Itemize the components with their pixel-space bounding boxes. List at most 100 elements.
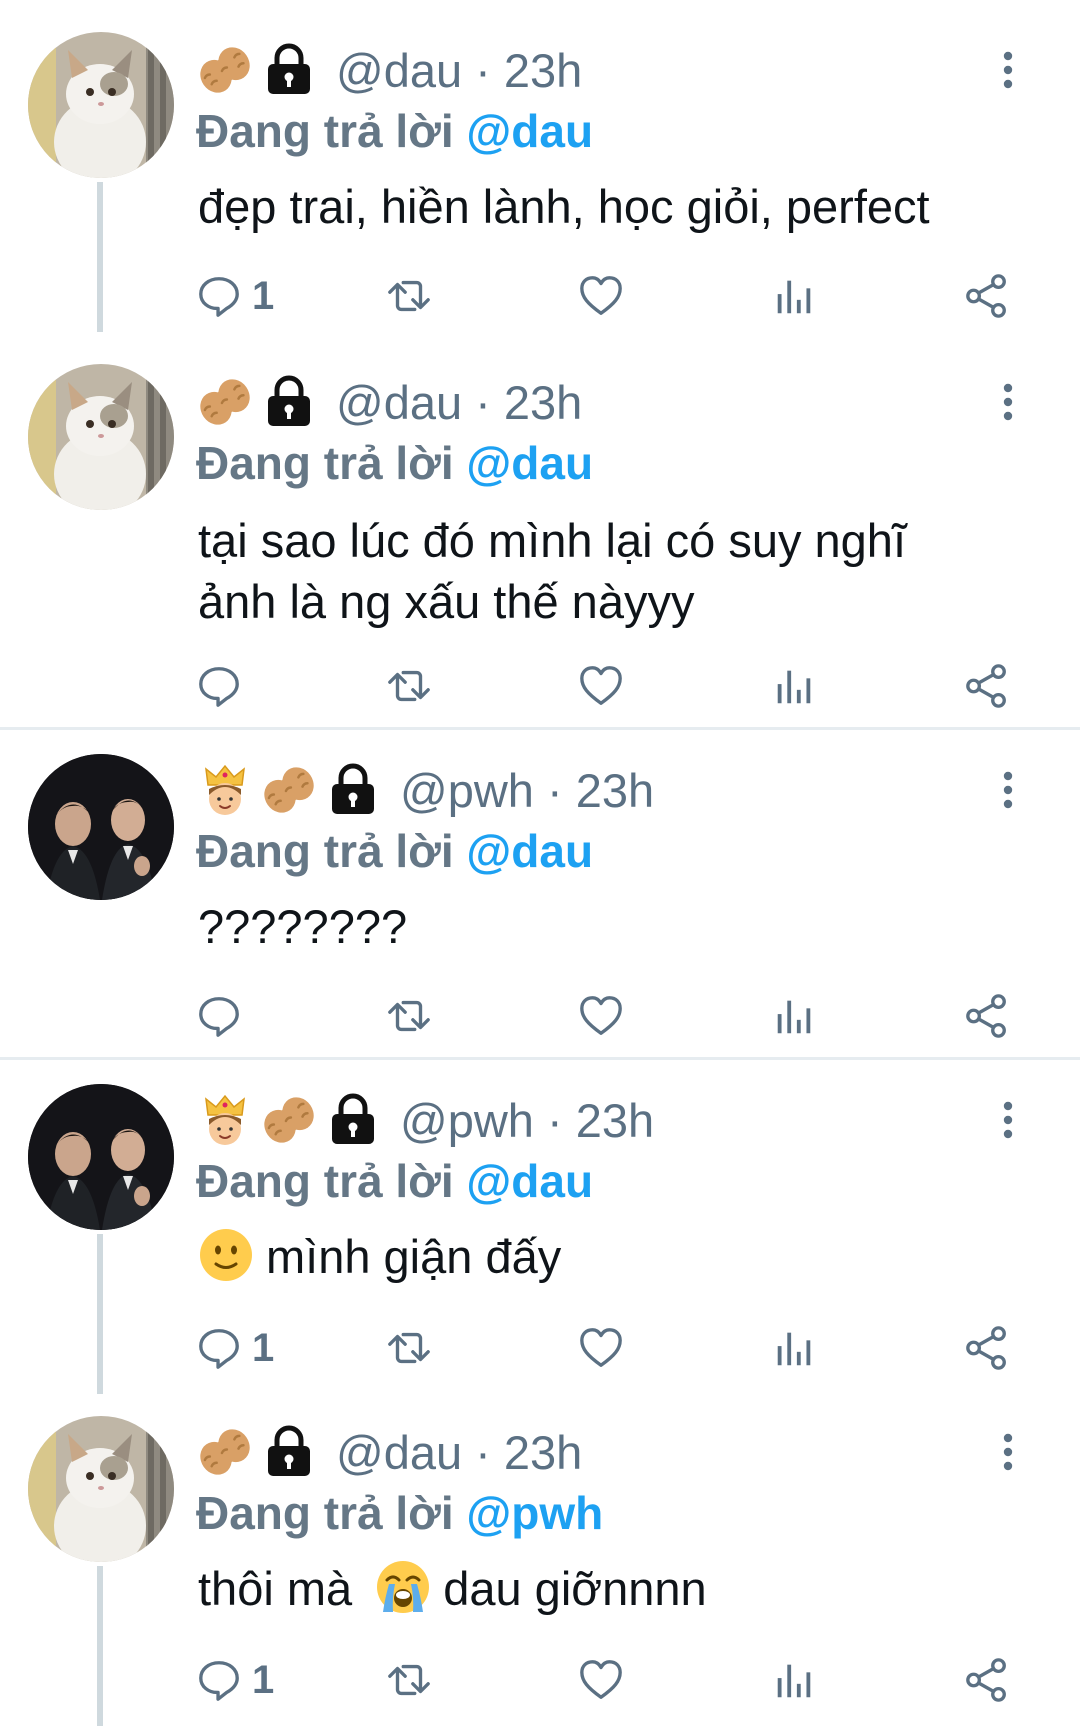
lock-icon xyxy=(324,761,382,819)
mention-link[interactable]: @pwh xyxy=(466,1487,603,1539)
analytics-button[interactable] xyxy=(771,988,817,1044)
analytics-button[interactable] xyxy=(771,268,817,324)
reply-count: 1 xyxy=(252,273,275,318)
share-icon xyxy=(964,663,1010,709)
share-button[interactable] xyxy=(964,988,1010,1044)
tweet-header: @pwh · 23h xyxy=(196,760,654,820)
peanut-icon xyxy=(196,1423,254,1481)
reply-icon xyxy=(196,993,242,1039)
retweet-button[interactable] xyxy=(386,658,432,714)
handle-time[interactable]: @dau · 23h xyxy=(336,375,582,430)
analytics-icon xyxy=(771,993,817,1039)
avatar-dau[interactable] xyxy=(28,32,174,178)
tweet-actions xyxy=(196,988,1016,1044)
analytics-button[interactable] xyxy=(771,1652,817,1708)
prince-icon xyxy=(196,1091,254,1149)
replying-prefix: Đang trả lời xyxy=(196,825,454,877)
share-icon xyxy=(964,993,1010,1039)
replying-prefix: Đang trả lời xyxy=(196,437,454,489)
more-options-icon[interactable] xyxy=(988,1100,1028,1140)
mention-link[interactable]: @dau xyxy=(466,825,593,877)
tweet-header: @dau · 23h xyxy=(196,40,582,100)
handle-time[interactable]: @dau · 23h xyxy=(336,1425,582,1480)
like-button[interactable] xyxy=(578,1320,624,1376)
share-button[interactable] xyxy=(964,1320,1010,1376)
reply-count: 1 xyxy=(252,1657,275,1702)
tweet-text: ???????? xyxy=(198,896,407,957)
tweet[interactable]: @dau · 23h Đang trả lời @dau đẹp trai, h… xyxy=(0,0,1080,332)
retweet-button[interactable] xyxy=(386,1652,432,1708)
analytics-icon xyxy=(771,663,817,709)
retweet-icon xyxy=(386,1657,432,1703)
analytics-button[interactable] xyxy=(771,658,817,714)
share-button[interactable] xyxy=(964,268,1010,324)
tweet-text-after: dau giỡnnnn xyxy=(443,1562,707,1615)
mention-link[interactable]: @dau xyxy=(466,1155,593,1207)
peanut-icon xyxy=(260,1091,318,1149)
analytics-button[interactable] xyxy=(771,1320,817,1376)
reply-button[interactable] xyxy=(196,988,252,1044)
share-icon xyxy=(964,273,1010,319)
like-icon xyxy=(578,1325,624,1371)
tweet-text-before: thôi mà xyxy=(198,1562,353,1615)
analytics-icon xyxy=(771,1325,817,1371)
loudly-crying-emoji xyxy=(375,1559,431,1615)
more-options-icon[interactable] xyxy=(988,50,1028,90)
thread-line xyxy=(97,1234,103,1394)
share-button[interactable] xyxy=(964,658,1010,714)
handle-time[interactable]: @pwh · 23h xyxy=(400,763,654,818)
avatar-dau[interactable] xyxy=(28,1416,174,1562)
thread-line xyxy=(97,1566,103,1726)
handle-time[interactable]: @dau · 23h xyxy=(336,43,582,98)
replying-to: Đang trả lời @dau xyxy=(196,1154,593,1208)
tweet[interactable]: @dau · 23h Đang trả lời @pwh thôi mà dau… xyxy=(0,1392,1080,1726)
avatar-pwh[interactable] xyxy=(28,1084,174,1230)
like-button[interactable] xyxy=(578,658,624,714)
retweet-button[interactable] xyxy=(386,268,432,324)
tweet-text: thôi mà dau giỡnnnn xyxy=(198,1558,707,1619)
like-button[interactable] xyxy=(578,1652,624,1708)
more-options-icon[interactable] xyxy=(988,1432,1028,1472)
retweet-icon xyxy=(386,993,432,1039)
share-button[interactable] xyxy=(964,1652,1010,1708)
replying-prefix: Đang trả lời xyxy=(196,105,454,157)
tweet-text: tại sao lúc đó mình lại có suy nghĩ ảnh … xyxy=(198,510,906,632)
like-button[interactable] xyxy=(578,268,624,324)
tweet-header: @dau · 23h xyxy=(196,372,582,432)
avatar-dau[interactable] xyxy=(28,364,174,510)
reply-icon xyxy=(196,273,242,319)
avatar-pwh[interactable] xyxy=(28,754,174,900)
retweet-icon xyxy=(386,1325,432,1371)
replying-prefix: Đang trả lời xyxy=(196,1155,454,1207)
replying-to: Đang trả lời @dau xyxy=(196,436,593,490)
tweet-text-line: ???????? xyxy=(198,900,408,953)
tweet-actions: 1 xyxy=(196,268,1016,324)
reply-button[interactable]: 1 xyxy=(196,268,274,324)
more-options-icon[interactable] xyxy=(988,770,1028,810)
reply-button[interactable]: 1 xyxy=(196,1652,274,1708)
more-options-icon[interactable] xyxy=(988,382,1028,422)
lock-icon xyxy=(260,41,318,99)
analytics-icon xyxy=(771,273,817,319)
like-button[interactable] xyxy=(578,988,624,1044)
peanut-icon xyxy=(196,373,254,431)
retweet-button[interactable] xyxy=(386,1320,432,1376)
retweet-button[interactable] xyxy=(386,988,432,1044)
reply-button[interactable] xyxy=(196,658,252,714)
handle-time[interactable]: @pwh · 23h xyxy=(400,1093,654,1148)
prince-icon xyxy=(196,761,254,819)
tweet-text-line: ảnh là ng xấu thế nàyyy xyxy=(198,575,695,628)
tweet-text-line: đẹp trai, hiền lành, học giỏi, perfect xyxy=(198,180,930,233)
analytics-icon xyxy=(771,1657,817,1703)
retweet-icon xyxy=(386,663,432,709)
like-icon xyxy=(578,1657,624,1703)
reply-count: 1 xyxy=(252,1325,275,1370)
tweet[interactable]: @dau · 23h Đang trả lời @dau tại sao lúc… xyxy=(0,332,1080,727)
reply-button[interactable]: 1 xyxy=(196,1320,274,1376)
mention-link[interactable]: @dau xyxy=(466,105,593,157)
lock-icon xyxy=(260,1423,318,1481)
peanut-icon xyxy=(260,761,318,819)
tweet[interactable]: @pwh · 23h Đang trả lời @dau ???????? xyxy=(0,730,1080,1058)
mention-link[interactable]: @dau xyxy=(466,437,593,489)
tweet[interactable]: @pwh · 23h Đang trả lời @dau mình giận đ… xyxy=(0,1060,1080,1394)
